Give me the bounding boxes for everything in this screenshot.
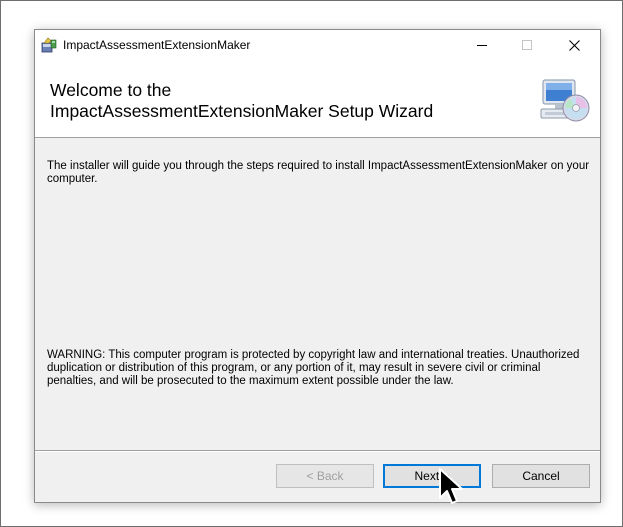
back-button[interactable]: < Back (276, 464, 374, 488)
button-separator (35, 450, 600, 452)
copyright-warning: WARNING: This computer program is protec… (47, 349, 580, 387)
wizard-title-line1: Welcome to the (50, 80, 172, 100)
next-button[interactable]: Next > (383, 464, 481, 488)
screenshot-frame: ImpactAssessmentExtensionMaker Welcome t… (0, 0, 623, 527)
computer-cd-icon (540, 79, 590, 122)
wizard-title-line2: ImpactAssessmentExtensionMaker Setup Wiz… (50, 101, 434, 121)
wizard-title: Welcome to the ImpactAssessmentExtension… (50, 80, 520, 122)
cancel-button[interactable]: Cancel (492, 464, 590, 488)
window-title: ImpactAssessmentExtensionMaker (63, 38, 251, 52)
maximize-icon (522, 40, 532, 50)
setup-wizard-window: ImpactAssessmentExtensionMaker Welcome t… (34, 29, 601, 503)
close-icon (568, 39, 580, 51)
wizard-header: Welcome to the ImpactAssessmentExtension… (35, 60, 600, 138)
minimize-button[interactable] (460, 30, 504, 60)
close-button[interactable] (552, 30, 596, 60)
title-bar[interactable]: ImpactAssessmentExtensionMaker (35, 30, 600, 60)
installer-package-icon (41, 37, 57, 53)
maximize-button[interactable] (505, 30, 549, 60)
minimize-icon (477, 45, 487, 46)
intro-text: The installer will guide you through the… (47, 160, 590, 185)
